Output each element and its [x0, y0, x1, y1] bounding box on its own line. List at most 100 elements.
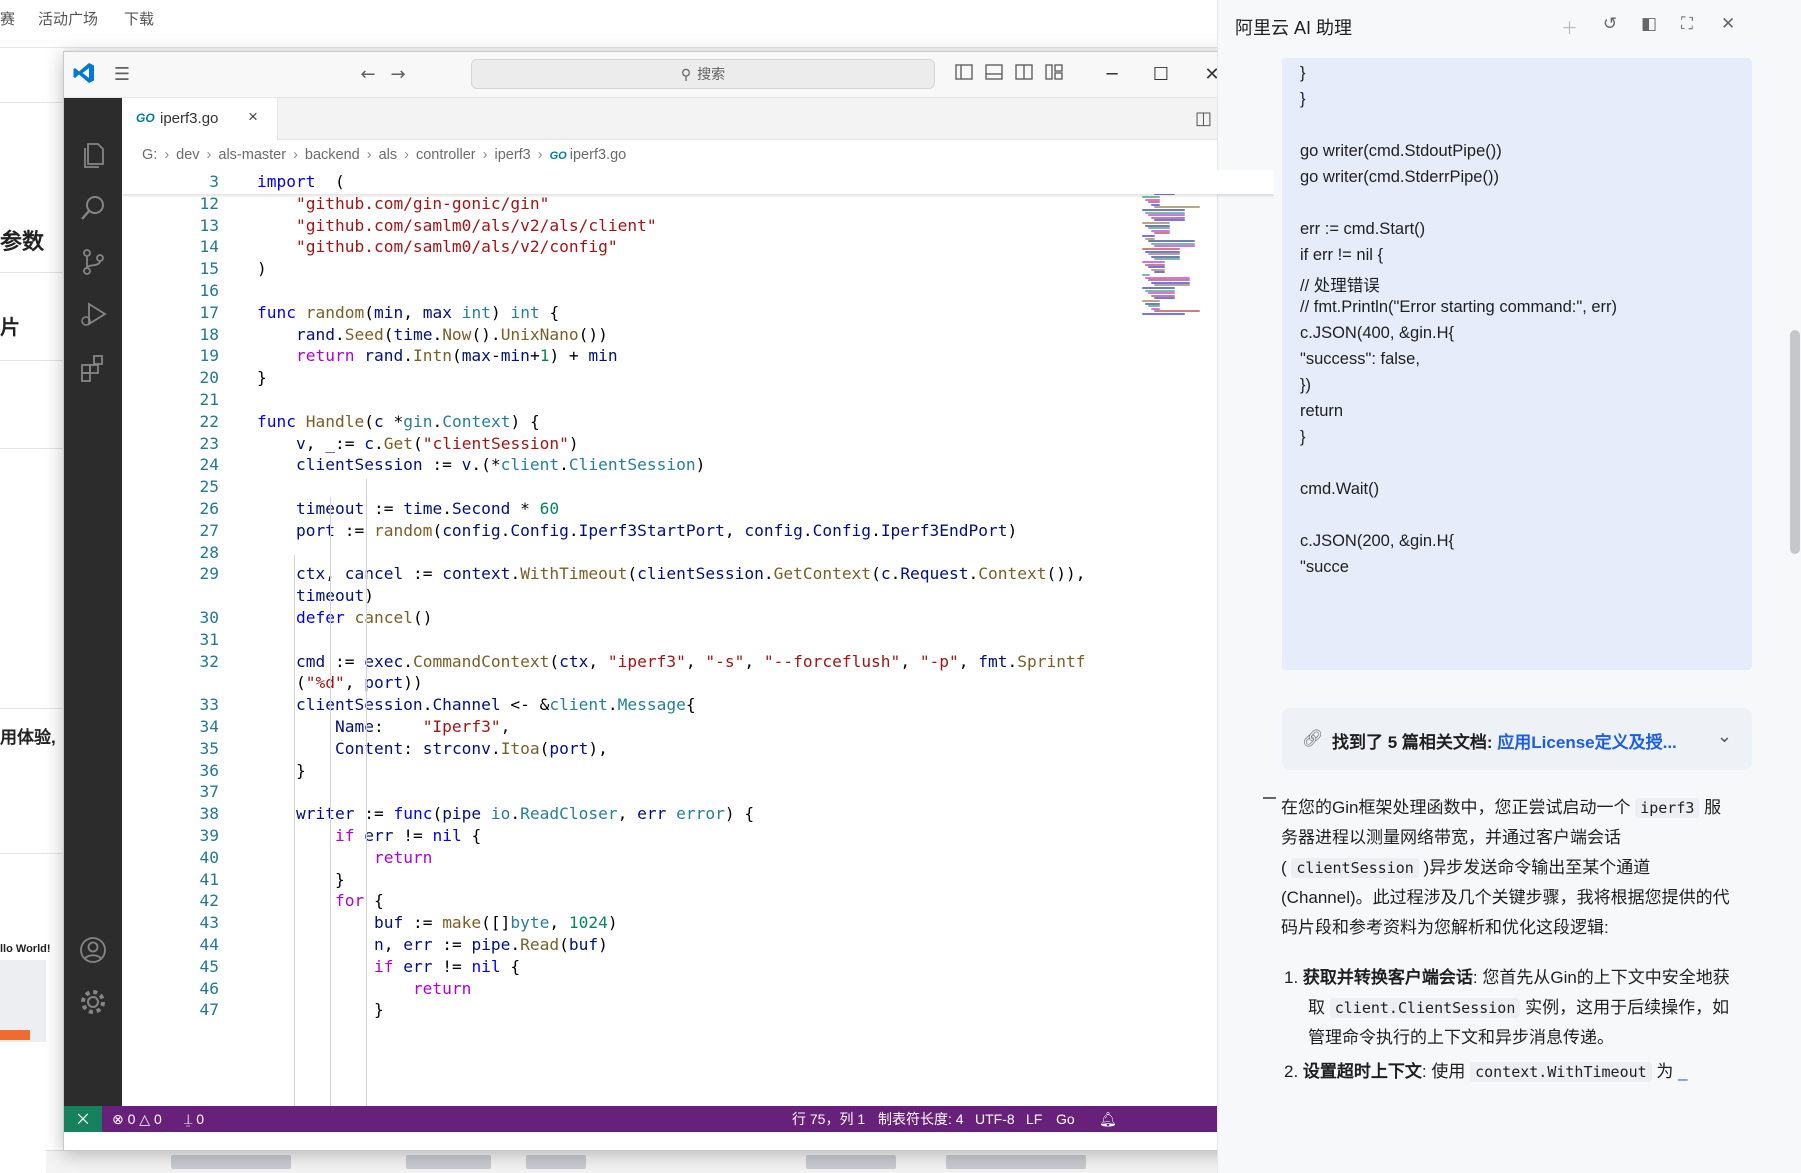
ports-indicator[interactable]: ⍊ 0: [184, 1106, 204, 1132]
close-panel-icon[interactable]: ✕: [1721, 14, 1735, 34]
notifications-bell-icon[interactable]: 🔔︎: [1099, 1106, 1117, 1132]
related-docs-card[interactable]: 🔗︎ 找到了 5 篇相关文档: 应用License定义及授... ⌄: [1282, 708, 1752, 770]
run-debug-icon[interactable]: [77, 298, 109, 330]
new-chat-icon[interactable]: ＋: [1561, 14, 1578, 39]
code-line[interactable]: 24 clientSession := v.(*client.ClientSes…: [122, 453, 1222, 477]
code-line[interactable]: timeout): [122, 584, 1222, 608]
language-mode[interactable]: Go: [1056, 1106, 1075, 1132]
code-line[interactable]: 22 func Handle(c *gin.Context) {: [122, 410, 1222, 434]
docs-link[interactable]: 应用License定义及授...: [1497, 733, 1676, 752]
back-arrow-icon[interactable]: ←: [356, 63, 380, 87]
code-line[interactable]: 44 n, err := pipe.Read(buf): [122, 933, 1222, 957]
code-line[interactable]: ("%d", port)): [122, 671, 1222, 695]
customize-layout-icon[interactable]: [1042, 63, 1066, 87]
code-line[interactable]: 47 }: [122, 998, 1222, 1022]
code-line[interactable]: 39 if err != nil {: [122, 824, 1222, 848]
code-editor[interactable]: 3 import ( 12 "github.com/gin-gonic/gin" 1…: [122, 170, 1274, 1106]
explorer-icon[interactable]: [77, 138, 109, 170]
extensions-icon[interactable]: [77, 352, 109, 384]
code-line[interactable]: 15): [122, 257, 1222, 281]
assistant-code-line: "success": false,: [1300, 350, 1420, 368]
menu-icon[interactable]: ☰: [110, 63, 134, 87]
remote-indicator-icon[interactable]: ⨉: [64, 1106, 102, 1132]
source-control-icon[interactable]: [77, 246, 109, 278]
end-of-line[interactable]: LF: [1026, 1106, 1042, 1132]
breadcrumb-item[interactable]: backend: [305, 147, 360, 163]
code-line[interactable]: 42 for {: [122, 889, 1222, 913]
code-text: import (: [257, 172, 345, 191]
breadcrumb-item[interactable]: dev: [176, 147, 199, 163]
code-line[interactable]: 19 return rand.Intn(max-min+1) + min: [122, 344, 1222, 368]
toggle-secondary-sidebar-icon[interactable]: [1012, 63, 1036, 87]
panel-resize-handle[interactable]: [1263, 797, 1276, 799]
code-line[interactable]: 27 port := random(config.Config.Iperf3St…: [122, 519, 1222, 543]
code-line[interactable]: 17 func random(min, max int) int {: [122, 301, 1222, 325]
code-line[interactable]: 3 import (: [122, 170, 1222, 194]
code-line[interactable]: 28: [122, 541, 1222, 565]
code-text: rand.Seed(time.Now().UnixNano()): [295, 324, 608, 344]
code-line[interactable]: 14 "github.com/samlm0/als/v2/config": [122, 235, 1222, 259]
code-line[interactable]: 32 cmd := exec.CommandContext(ctx, "iper…: [122, 650, 1222, 674]
indentation[interactable]: 制表符长度: 4: [878, 1106, 964, 1132]
breadcrumb-item[interactable]: controller: [416, 147, 476, 163]
settings-gear-icon[interactable]: [77, 986, 109, 1018]
line-number: 28: [199, 542, 220, 562]
line-number: 22: [199, 411, 220, 431]
code-line[interactable]: 43 buf := make([]byte, 1024): [122, 911, 1222, 935]
code-line[interactable]: 26 timeout := time.Second * 60: [122, 497, 1222, 521]
maximize-button[interactable]: ☐: [1146, 60, 1176, 90]
forward-arrow-icon[interactable]: →: [386, 63, 410, 87]
background-tab[interactable]: 下载: [124, 8, 154, 29]
line-number: 40: [199, 847, 220, 867]
code-line[interactable]: 35 Content: strconv.Itoa(port),: [122, 737, 1222, 761]
assistant-code-line: }): [1300, 376, 1312, 394]
code-text: }: [257, 368, 267, 388]
line-number: 44: [199, 935, 220, 954]
minimize-button[interactable]: ─: [1097, 60, 1127, 90]
encoding[interactable]: UTF-8: [975, 1106, 1015, 1132]
code-line[interactable]: 31: [122, 628, 1222, 652]
code-line[interactable]: 23 v, _:= c.Get("clientSession"): [122, 432, 1222, 456]
panel-scrollbar[interactable]: [1790, 330, 1800, 554]
code-line[interactable]: 38 writer := func(pipe io.ReadCloser, er…: [122, 802, 1222, 826]
code-line[interactable]: 40 return: [122, 846, 1222, 870]
toggle-primary-sidebar-icon[interactable]: [952, 63, 976, 87]
code-line[interactable]: 37: [122, 780, 1222, 804]
code-line[interactable]: 12 "github.com/gin-gonic/gin": [122, 192, 1222, 216]
background-tab[interactable]: 赛: [0, 8, 15, 29]
tab-iperf3-go[interactable]: GO iperf3.go ×: [122, 98, 278, 140]
code-line[interactable]: 36 }: [122, 759, 1222, 783]
code-line[interactable]: 21: [122, 388, 1222, 412]
code-line[interactable]: 46 return: [122, 977, 1222, 1001]
accounts-icon[interactable]: [77, 934, 109, 966]
code-line[interactable]: 33 clientSession.Channel <- &client.Mess…: [122, 693, 1222, 717]
fullscreen-icon[interactable]: ⛶: [1681, 14, 1693, 34]
background-tab[interactable]: 活动广场: [38, 8, 98, 29]
indent-guide: [330, 497, 331, 1106]
breadcrumb-item[interactable]: iperf3: [494, 147, 530, 163]
toggle-panel-icon[interactable]: [982, 63, 1006, 87]
code-line[interactable]: 18 rand.Seed(time.Now().UnixNano()): [122, 323, 1222, 347]
search-sidebar-icon[interactable]: [77, 192, 109, 224]
code-line[interactable]: 13 "github.com/samlm0/als/v2/als/client": [122, 214, 1222, 238]
code-line[interactable]: 45 if err != nil {: [122, 955, 1222, 979]
breadcrumb-item[interactable]: als: [379, 147, 398, 163]
code-line[interactable]: 25: [122, 475, 1222, 499]
breadcrumb-item[interactable]: iperf3.go: [570, 147, 626, 163]
history-icon[interactable]: ↺: [1603, 14, 1617, 34]
tab-close-icon[interactable]: ×: [248, 107, 258, 127]
code-line[interactable]: 16: [122, 279, 1222, 303]
breadcrumb-item[interactable]: G:: [142, 147, 157, 163]
code-line[interactable]: 29 ctx, cancel := context.WithTimeout(cl…: [122, 562, 1222, 586]
side-panel-icon[interactable]: ◧: [1641, 14, 1657, 34]
breadcrumb-item[interactable]: als-master: [218, 147, 286, 163]
code-line[interactable]: 41 }: [122, 868, 1222, 892]
command-search-box[interactable]: ⚲ 搜索: [471, 59, 935, 89]
code-line[interactable]: 20}: [122, 366, 1222, 390]
problems-indicator[interactable]: ⊗ 0 △ 0: [112, 1106, 162, 1132]
line-number: 18: [199, 324, 220, 344]
chevron-down-icon[interactable]: ⌄: [1717, 726, 1732, 747]
code-line[interactable]: 34 Name: "Iperf3",: [122, 715, 1222, 739]
cursor-position[interactable]: 行 75，列 1: [792, 1106, 865, 1132]
code-line[interactable]: 30 defer cancel(): [122, 606, 1222, 630]
